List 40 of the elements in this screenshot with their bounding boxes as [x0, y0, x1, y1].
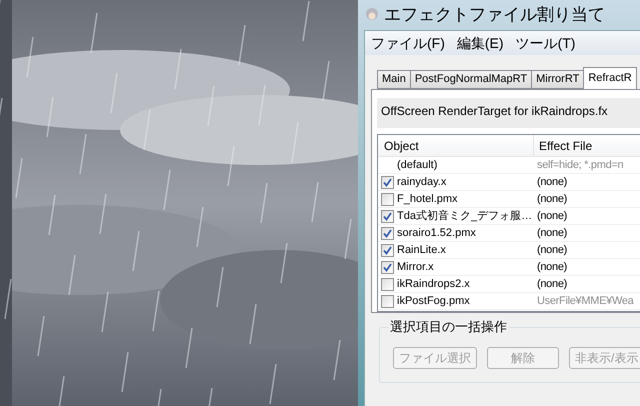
table-cell-text: (none)	[537, 174, 567, 190]
checkbox[interactable]	[381, 244, 394, 256]
table-cell-text: (none)	[537, 226, 567, 241]
tab[interactable]: RefractR	[583, 67, 637, 89]
tab[interactable]: PostFogNormalMapRT	[410, 70, 532, 89]
checkbox[interactable]	[381, 176, 394, 188]
description: OffScreen RenderTarget for ikRaindrops.fx	[377, 98, 640, 128]
table-cell-text: self=hide; *.pmd=n	[537, 158, 624, 173]
table-cell-text: RainLite.x	[397, 242, 446, 258]
checkbox[interactable]	[381, 226, 394, 240]
column-header[interactable]: Effect File	[534, 135, 640, 156]
table-cell-text: Tda式初音ミク_デフォ服…	[397, 208, 532, 224]
checkbox[interactable]	[381, 260, 394, 274]
menu-item[interactable]: 編集(E)	[456, 32, 504, 54]
group-title: 選択項目の一括操作	[388, 319, 509, 335]
tab[interactable]: Main	[377, 70, 411, 89]
table-cell-text: (none)	[537, 260, 567, 275]
menu-item[interactable]: ファイル(F)	[371, 32, 445, 54]
checkbox[interactable]	[381, 294, 394, 308]
table-cell-text: rainyday.x	[397, 174, 446, 190]
checkbox[interactable]	[381, 278, 394, 290]
table-cell-text: (none)	[537, 208, 567, 224]
table-cell-text: ikPostFog.pmx	[397, 294, 470, 309]
table-cell-text: (default)	[397, 158, 438, 173]
app-icon	[364, 7, 380, 23]
table-cell-text: (none)	[537, 276, 567, 292]
table-cell-text: ikRaindrops2.x	[397, 276, 470, 292]
checkbox[interactable]	[381, 210, 394, 222]
tab[interactable]: MirrorRT	[531, 70, 584, 89]
table-cell-text: (none)	[537, 242, 567, 258]
table-cell-text: F_hotel.pmx	[397, 192, 458, 207]
table-cell-text: UserFile¥MME¥Wea	[537, 294, 634, 309]
table-cell-text: sorairo1.52.pmx	[397, 226, 476, 241]
window-title: エフェクトファイル割り当て	[384, 4, 605, 26]
table-cell-text: Mirror.x	[397, 260, 434, 275]
checkbox[interactable]	[381, 192, 394, 206]
table-cell-text: (none)	[537, 192, 567, 207]
menu-item[interactable]: ツール(T)	[516, 32, 576, 54]
check-icon	[383, 178, 392, 186]
column-header[interactable]: Object	[378, 135, 534, 156]
